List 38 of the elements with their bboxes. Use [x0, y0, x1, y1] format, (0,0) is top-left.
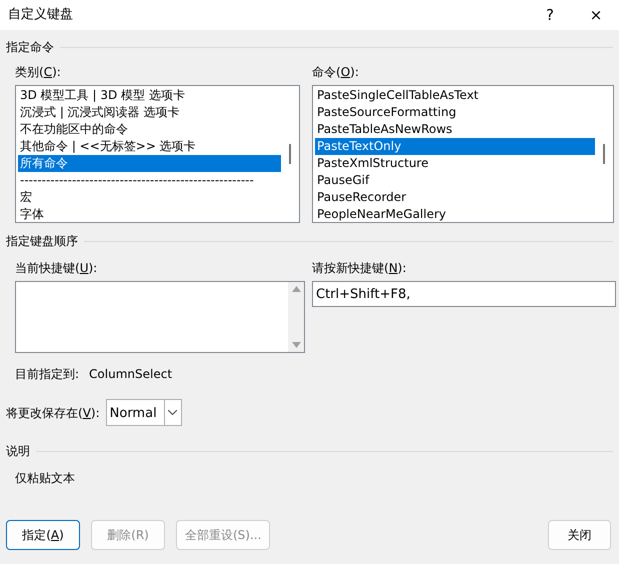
- list-item[interactable]: PeopleNearMeGallery: [315, 206, 595, 222]
- assigned-label: 目前指定到:: [15, 366, 80, 383]
- list-item[interactable]: 所有命令: [18, 155, 282, 172]
- list-item[interactable]: 其他命令 | <<无标签>> 选项卡: [18, 138, 282, 155]
- section-title: 指定键盘顺序: [6, 233, 78, 250]
- scrollbar-thumb: [289, 144, 292, 164]
- scroll-up-icon: [292, 286, 300, 292]
- list-item[interactable]: 字体: [18, 206, 282, 222]
- list-item[interactable]: PasteTextOnly: [315, 138, 595, 155]
- list-item[interactable]: 宏: [18, 189, 282, 206]
- help-button[interactable]: ?: [527, 4, 573, 26]
- list-item[interactable]: ------------------------------------------------------: [18, 172, 282, 189]
- shortcut-input[interactable]: Ctrl+Shift+F8,: [312, 281, 616, 307]
- dialog-button[interactable]: 关闭: [548, 520, 611, 550]
- list-item[interactable]: PauseGif: [315, 172, 595, 189]
- section-title: 说明: [6, 443, 30, 460]
- scroll-down-icon: [292, 342, 300, 348]
- assigned-value: ColumnSelect: [89, 366, 172, 383]
- list-item[interactable]: PauseRecorder: [315, 189, 595, 206]
- section-title: 指定命令: [6, 39, 54, 56]
- list-item[interactable]: 沉浸式 | 沉浸式阅读器 选项卡: [18, 104, 282, 121]
- close-button[interactable]: ×: [573, 4, 619, 26]
- list-item[interactable]: PasteXmlStructure: [315, 155, 595, 172]
- list-item[interactable]: 不在功能区中的命令: [18, 121, 282, 138]
- window-title: 自定义键盘: [8, 6, 74, 24]
- save-in-label: 将更改保存在(V):: [6, 404, 100, 422]
- description-text: 仅粘贴文本: [14, 470, 76, 487]
- field-label: 当前快捷键(U):: [15, 260, 98, 277]
- field-label: 请按新快捷键(N):: [312, 260, 408, 277]
- list-item[interactable]: 3D 模型工具 | 3D 模型 选项卡: [18, 87, 282, 104]
- list-item[interactable]: PasteSingleCellTableAsText: [315, 87, 595, 104]
- template-dropdown[interactable]: Normal: [106, 399, 182, 426]
- list-item[interactable]: PasteSourceFormatting: [315, 104, 595, 121]
- field-label: 类别(C):: [15, 64, 62, 81]
- list-item[interactable]: PasteTableAsNewRows: [315, 121, 595, 138]
- field-label: 命令(O):: [312, 64, 360, 81]
- dialog-button[interactable]: 指定(A): [6, 520, 80, 550]
- scrollbar-thumb: [603, 144, 605, 164]
